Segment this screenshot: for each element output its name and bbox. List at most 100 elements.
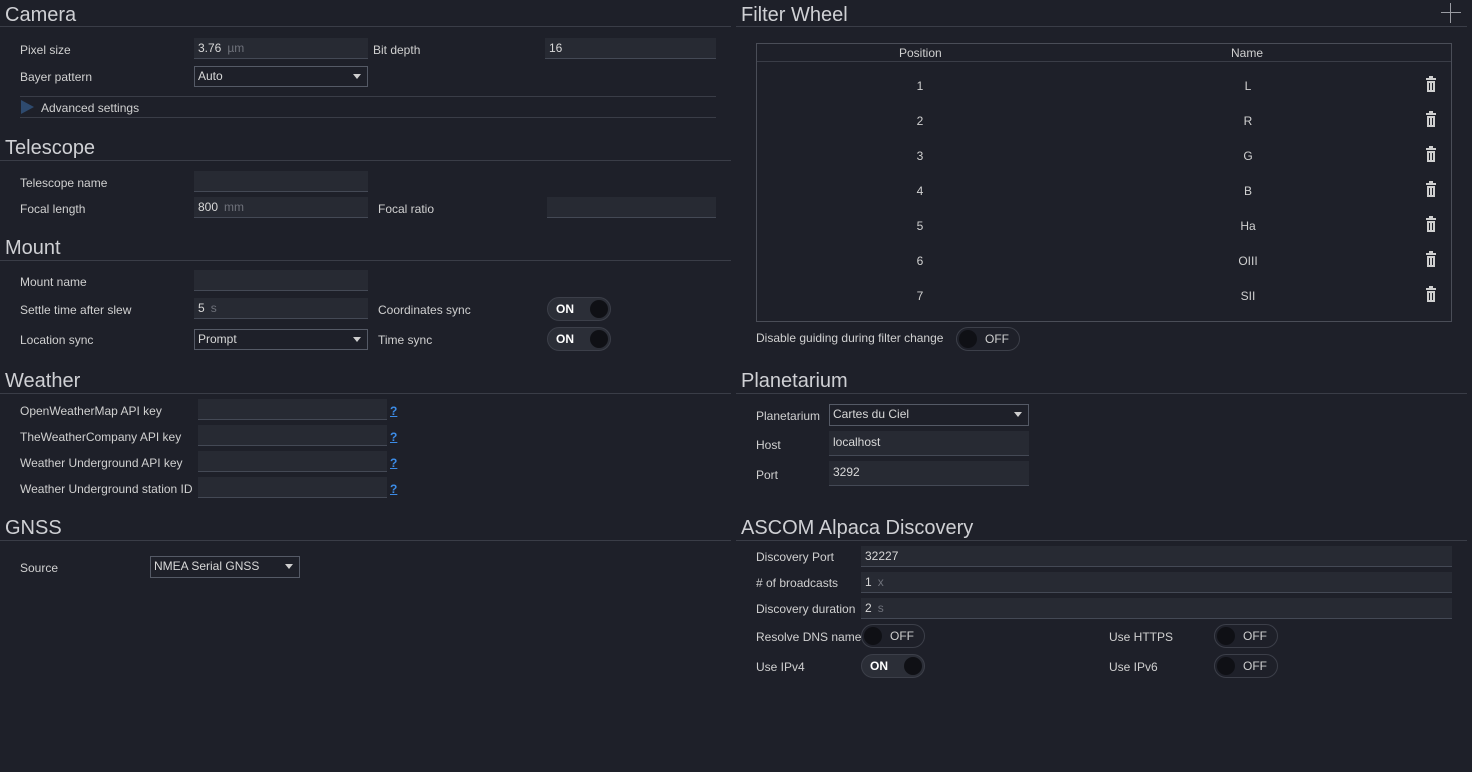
table-row[interactable]: 5 Ha xyxy=(757,209,1451,244)
advanced-settings-toggle[interactable]: Advanced settings xyxy=(41,100,139,116)
broadcasts-label: # of broadcasts xyxy=(756,576,839,590)
use-ipv6-toggle[interactable]: OFF xyxy=(1214,654,1278,678)
filter-name[interactable]: L xyxy=(1083,79,1413,93)
filter-position: 1 xyxy=(916,79,924,93)
wu-api-key-input[interactable] xyxy=(198,451,387,472)
location-sync-select[interactable]: Prompt xyxy=(194,329,368,350)
table-row[interactable]: 4 B xyxy=(757,174,1451,209)
discovery-duration-unit: s xyxy=(877,601,884,615)
coordinates-sync-toggle[interactable]: ON xyxy=(547,297,611,321)
toggle-knob xyxy=(1217,627,1235,645)
alpaca-section-title: ASCOM Alpaca Discovery xyxy=(741,517,974,539)
pixel-size-input[interactable]: 3.76 µm xyxy=(194,38,368,59)
trash-icon[interactable] xyxy=(1426,76,1436,92)
filter-name[interactable]: Ha xyxy=(1083,219,1413,233)
telescope-divider xyxy=(0,160,731,161)
table-row[interactable]: 6 OIII xyxy=(757,244,1451,279)
gnss-source-value: NMEA Serial GNSS xyxy=(154,559,260,573)
filter-name[interactable]: R xyxy=(1083,114,1413,128)
disable-guiding-label: Disable guiding during filter change xyxy=(756,331,944,345)
disable-guiding-state: OFF xyxy=(985,332,1009,346)
weather-section-title: Weather xyxy=(5,370,81,392)
twc-api-key-input[interactable] xyxy=(198,425,387,446)
wu-station-id-input[interactable] xyxy=(198,477,387,498)
twc-help-link[interactable]: ? xyxy=(390,430,397,444)
wu-station-help-link[interactable]: ? xyxy=(390,482,397,496)
owm-api-key-input[interactable] xyxy=(198,399,387,420)
bit-depth-input[interactable]: 16 xyxy=(545,38,716,59)
telescope-name-label: Telescope name xyxy=(20,176,108,190)
table-header-divider xyxy=(757,61,1451,62)
host-label: Host xyxy=(756,438,781,452)
planetarium-label: Planetarium xyxy=(756,409,821,423)
resolve-dns-toggle[interactable]: OFF xyxy=(861,624,925,648)
focal-length-input[interactable]: 800 mm xyxy=(194,197,368,218)
use-ipv6-label: Use IPv6 xyxy=(1109,660,1158,674)
time-sync-toggle[interactable]: ON xyxy=(547,327,611,351)
bit-depth-label: Bit depth xyxy=(373,43,421,57)
owm-api-key-label: OpenWeatherMap API key xyxy=(20,404,162,418)
use-https-toggle[interactable]: OFF xyxy=(1214,624,1278,648)
camera-divider xyxy=(0,26,731,27)
trash-icon[interactable] xyxy=(1426,181,1436,197)
wu-station-id-label: Weather Underground station ID xyxy=(20,482,193,496)
mount-section-title: Mount xyxy=(5,237,61,259)
discovery-duration-value: 2 xyxy=(865,601,872,615)
host-input[interactable]: localhost xyxy=(829,431,1029,456)
expand-arrow-icon[interactable] xyxy=(21,100,34,114)
table-row[interactable]: 3 G xyxy=(757,139,1451,174)
trash-icon[interactable] xyxy=(1426,111,1436,127)
coordinates-sync-label: Coordinates sync xyxy=(378,303,471,317)
pixel-size-value: 3.76 xyxy=(198,41,222,55)
table-row[interactable]: 2 R xyxy=(757,104,1451,139)
planetarium-divider xyxy=(736,393,1467,394)
use-https-label: Use HTTPS xyxy=(1109,630,1174,644)
table-row[interactable]: 1 L xyxy=(757,69,1451,104)
discovery-port-input[interactable]: 32227 xyxy=(861,546,1452,567)
settle-time-input[interactable]: 5s xyxy=(194,298,368,319)
camera-section-title: Camera xyxy=(5,4,77,26)
owm-help-link[interactable]: ? xyxy=(390,404,397,418)
mount-name-input[interactable] xyxy=(194,270,368,291)
wu-api-key-label: Weather Underground API key xyxy=(20,456,183,470)
bayer-pattern-label: Bayer pattern xyxy=(20,70,93,84)
twc-api-key-label: TheWeatherCompany API key xyxy=(20,430,182,444)
discovery-duration-input[interactable]: 2s xyxy=(861,598,1452,619)
disable-guiding-toggle[interactable]: OFF xyxy=(956,327,1020,351)
settle-time-value: 5 xyxy=(198,301,205,315)
filter-name[interactable]: OIII xyxy=(1083,254,1413,268)
use-ipv4-toggle[interactable]: ON xyxy=(861,654,925,678)
time-sync-state: ON xyxy=(556,332,574,346)
table-row[interactable]: 7 SII xyxy=(757,279,1451,314)
advanced-top-divider xyxy=(20,96,716,97)
use-ipv6-state: OFF xyxy=(1243,659,1267,673)
focal-ratio-input[interactable] xyxy=(547,197,716,218)
planetarium-select[interactable]: Cartes du Ciel xyxy=(829,404,1029,426)
telescope-name-input[interactable] xyxy=(194,171,368,192)
toggle-knob xyxy=(904,657,922,675)
focal-length-unit: mm xyxy=(224,200,245,214)
filter-name[interactable]: G xyxy=(1083,149,1413,163)
filter-name[interactable]: B xyxy=(1083,184,1413,198)
broadcasts-input[interactable]: 1x xyxy=(861,572,1452,593)
planetarium-section-title: Planetarium xyxy=(741,370,848,392)
telescope-section-title: Telescope xyxy=(5,137,96,159)
use-ipv4-label: Use IPv4 xyxy=(756,660,805,674)
trash-icon[interactable] xyxy=(1426,286,1436,302)
location-sync-label: Location sync xyxy=(20,333,94,347)
toggle-knob xyxy=(590,300,608,318)
trash-icon[interactable] xyxy=(1426,146,1436,162)
focal-length-label: Focal length xyxy=(20,202,86,216)
pixel-size-label: Pixel size xyxy=(20,43,71,57)
port-input[interactable]: 3292 xyxy=(829,461,1029,486)
filter-table: Position Name 1 L 2 R 3 G 4 B 5 Ha 6 OII… xyxy=(756,43,1452,322)
resolve-dns-state: OFF xyxy=(890,629,914,643)
trash-icon[interactable] xyxy=(1426,216,1436,232)
bayer-pattern-select[interactable]: Auto xyxy=(194,66,368,87)
add-filter-icon[interactable] xyxy=(1441,3,1461,23)
trash-icon[interactable] xyxy=(1426,251,1436,267)
filter-position: 2 xyxy=(916,114,924,128)
filter-name[interactable]: SII xyxy=(1083,289,1413,303)
gnss-source-select[interactable]: NMEA Serial GNSS xyxy=(150,556,300,578)
wu-help-link[interactable]: ? xyxy=(390,456,397,470)
